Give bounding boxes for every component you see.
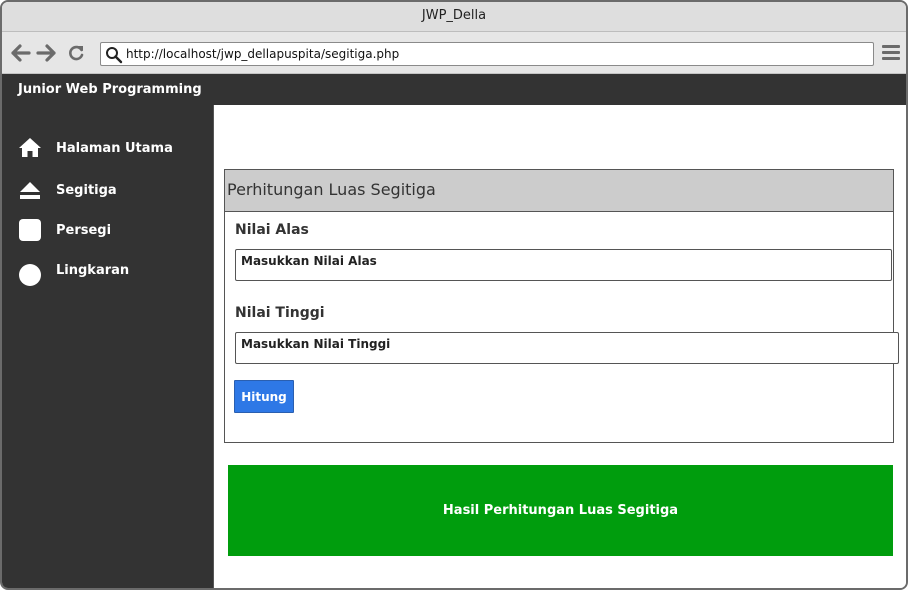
alas-label: Nilai Alas bbox=[235, 222, 309, 238]
hitung-button[interactable]: Hitung bbox=[234, 380, 294, 413]
url-input[interactable] bbox=[126, 45, 866, 63]
alas-input[interactable] bbox=[235, 249, 892, 281]
eject-triangle-icon bbox=[20, 182, 40, 199]
sidebar-item-persegi[interactable]: Persegi bbox=[2, 215, 214, 245]
tinggi-input[interactable] bbox=[235, 332, 899, 364]
circle-icon bbox=[19, 264, 41, 286]
browser-window: JWP_Della Junior Web Programming Halaman… bbox=[0, 0, 908, 590]
sidebar-item-label: Segitiga bbox=[56, 182, 117, 198]
sidebar-item-segitiga[interactable]: Segitiga bbox=[2, 175, 214, 205]
search-icon bbox=[106, 47, 123, 64]
sidebar-item-label: Lingkaran bbox=[56, 262, 130, 278]
app-header-title: Junior Web Programming bbox=[2, 74, 906, 105]
hamburger-menu-icon[interactable] bbox=[882, 45, 900, 61]
tinggi-label: Nilai Tinggi bbox=[235, 305, 325, 321]
sidebar-item-lingkaran[interactable]: Lingkaran bbox=[2, 255, 214, 286]
square-icon bbox=[19, 219, 41, 241]
sidebar: Halaman Utama Segitiga Persegi Lingkaran bbox=[2, 105, 214, 588]
address-bar[interactable] bbox=[100, 42, 874, 66]
home-icon bbox=[19, 138, 41, 157]
result-banner: Hasil Perhitungan Luas Segitiga bbox=[228, 465, 893, 556]
reload-icon[interactable] bbox=[65, 42, 87, 64]
form-panel: Perhitungan Luas Segitiga Nilai Alas Nil… bbox=[224, 169, 899, 443]
window-title: JWP_Della bbox=[2, 2, 906, 32]
main-content: Perhitungan Luas Segitiga Nilai Alas Nil… bbox=[215, 105, 906, 588]
back-icon[interactable] bbox=[10, 42, 32, 64]
forward-icon[interactable] bbox=[35, 42, 57, 64]
browser-toolbar bbox=[2, 32, 906, 74]
sidebar-item-label: Persegi bbox=[56, 222, 112, 238]
result-text: Hasil Perhitungan Luas Segitiga bbox=[442, 503, 679, 518]
sidebar-item-label: Halaman Utama bbox=[56, 140, 173, 156]
form-title: Perhitungan Luas Segitiga bbox=[225, 170, 893, 212]
sidebar-item-halaman-utama[interactable]: Halaman Utama bbox=[2, 133, 214, 163]
